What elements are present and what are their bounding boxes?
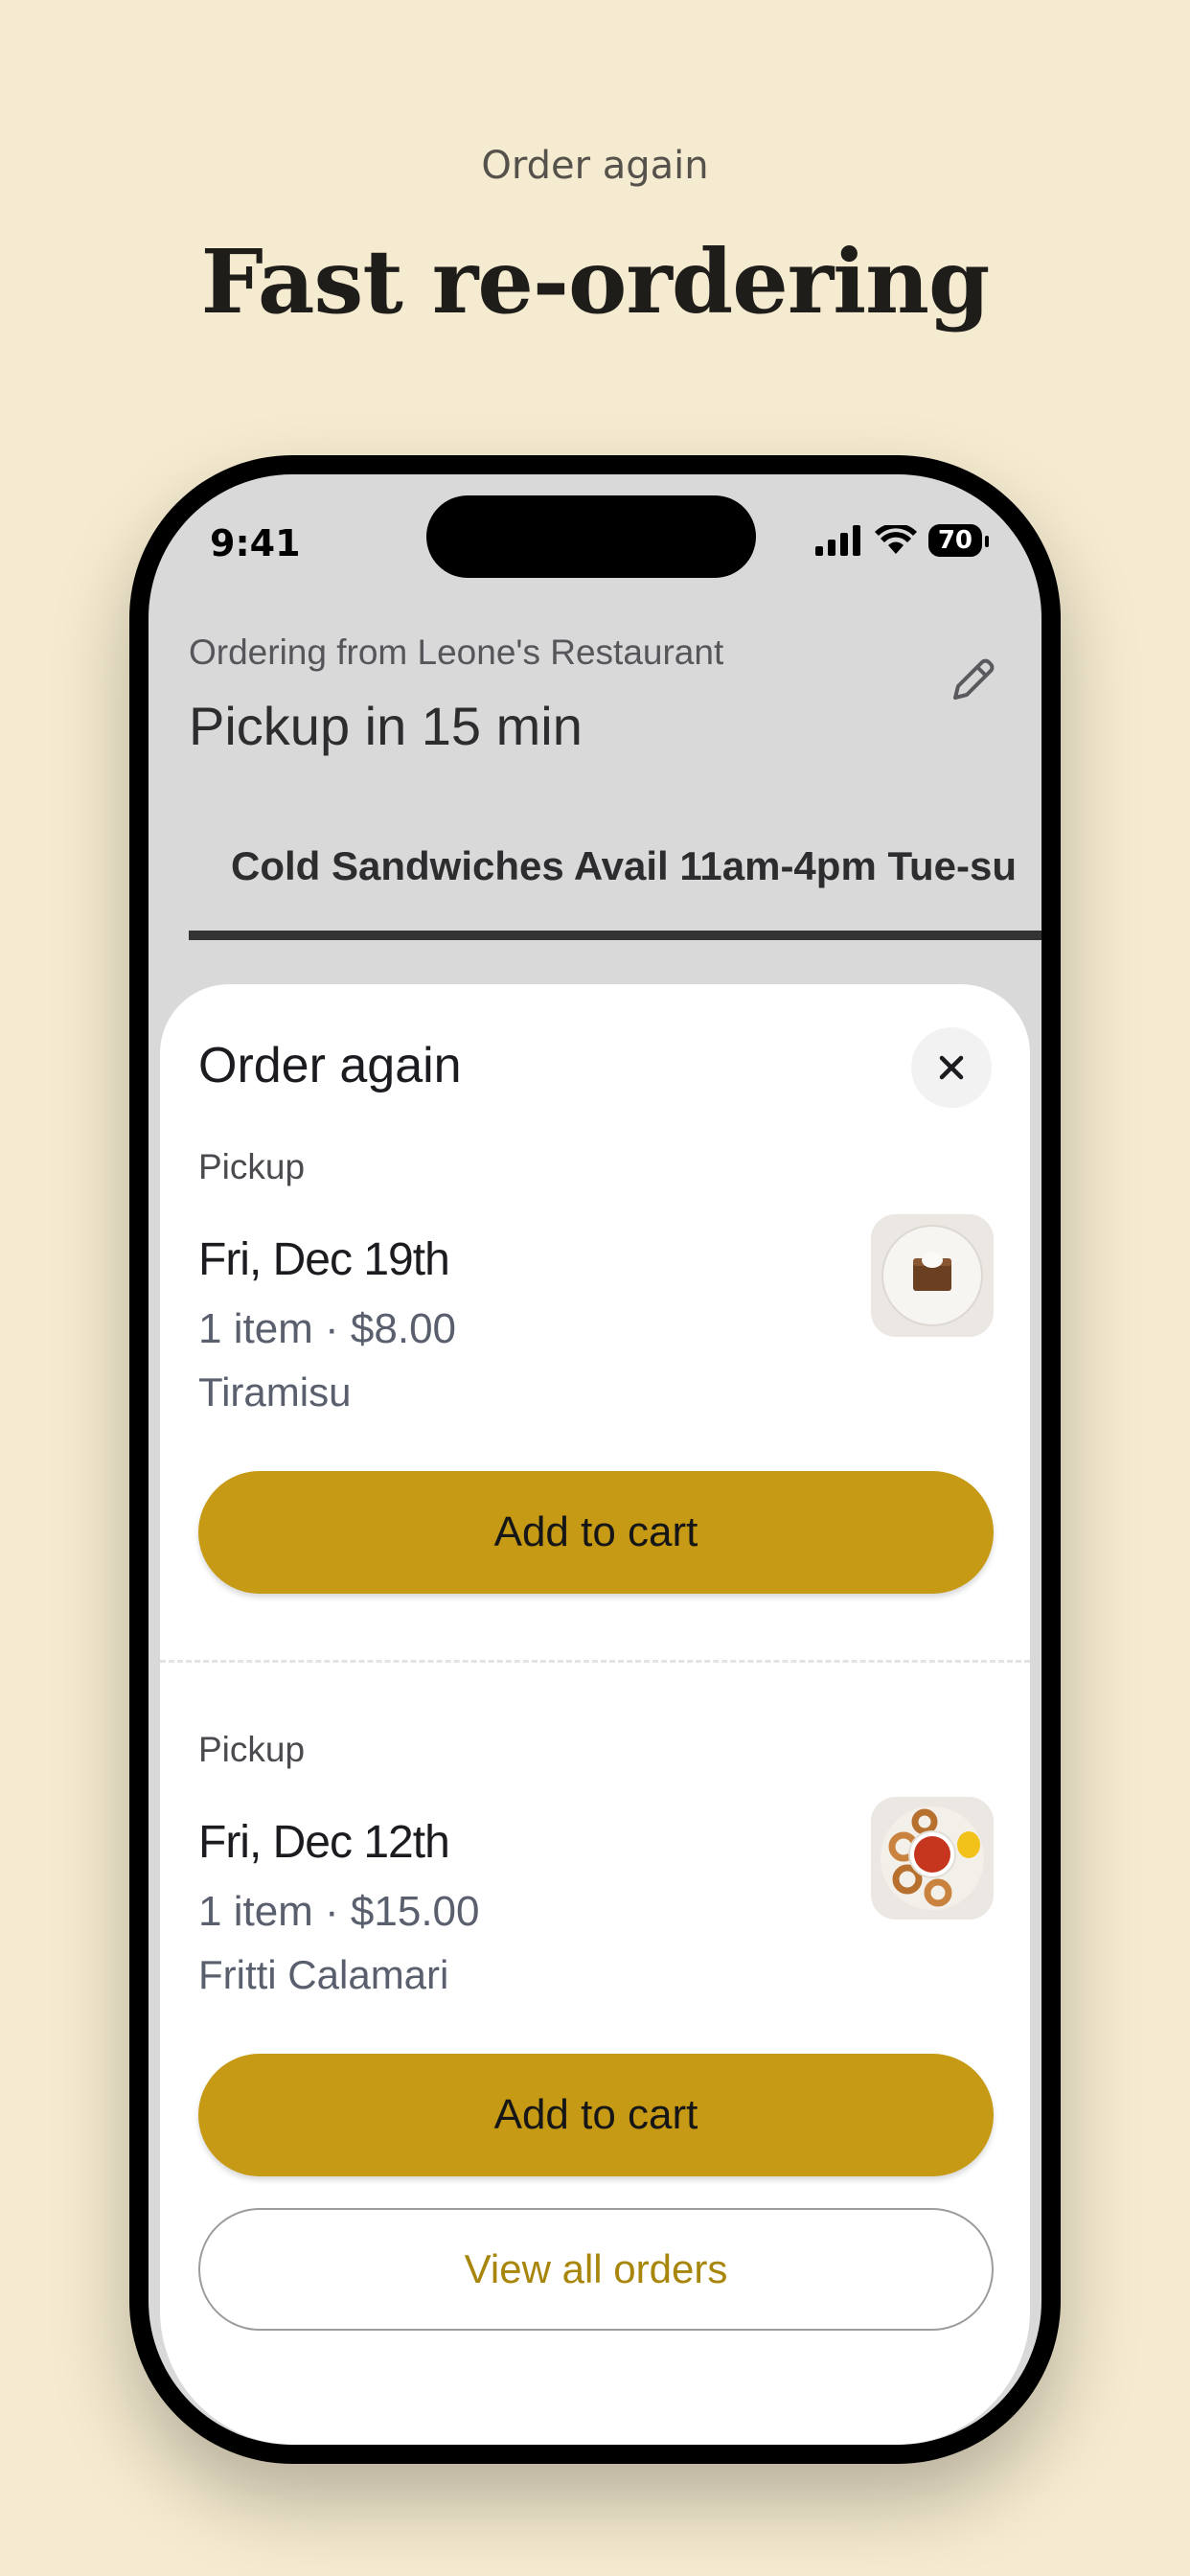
sheet-title: Order again xyxy=(198,1038,462,1093)
pencil-icon[interactable] xyxy=(944,652,1001,709)
tiramisu-thumbnail xyxy=(871,1214,994,1337)
close-button[interactable] xyxy=(911,1027,992,1108)
order-item: Fritti Calamari xyxy=(198,1952,449,1997)
order-type: Pickup xyxy=(198,1730,306,1769)
phone-screen: 9:41 70 Ordering from Leone's Restaurant… xyxy=(149,474,1041,2445)
active-tab-indicator xyxy=(189,931,1041,940)
order-type: Pickup xyxy=(198,1147,306,1186)
close-icon xyxy=(939,1055,964,1080)
status-icons: 70 xyxy=(814,524,990,557)
dynamic-island xyxy=(426,495,756,578)
view-all-orders-button[interactable]: View all orders xyxy=(198,2208,994,2331)
order-date: Fri, Dec 12th xyxy=(198,1817,450,1868)
pickup-time[interactable]: Pickup in 15 min xyxy=(189,695,583,757)
order-date: Fri, Dec 19th xyxy=(198,1234,450,1285)
wifi-icon xyxy=(874,525,917,554)
calamari-thumbnail xyxy=(871,1797,994,1920)
battery-icon: 70 xyxy=(927,524,990,557)
page-headline: Fast re-ordering xyxy=(200,230,991,334)
status-time: 9:41 xyxy=(210,522,301,564)
divider xyxy=(160,1660,1030,1663)
order-summary: 1 item · $8.00 xyxy=(198,1305,457,1352)
tab-cold-sandwiches[interactable]: Cold Sandwiches Avail 11am-4pm Tue-su xyxy=(231,843,1017,889)
ordering-from-label: Ordering from Leone's Restaurant xyxy=(189,632,724,672)
add-to-cart-button[interactable]: Add to cart xyxy=(198,1471,994,1594)
page-kicker: Order again xyxy=(481,144,709,188)
order-card: Pickup Fri, Dec 12th 1 item · $15.00 Fri… xyxy=(198,1730,994,1997)
add-to-cart-button[interactable]: Add to cart xyxy=(198,2054,994,2176)
signal-icon xyxy=(814,525,860,556)
order-again-sheet: Order again Pickup Fri, Dec 19th 1 item … xyxy=(160,984,1030,2445)
order-item: Tiramisu xyxy=(198,1369,352,1414)
order-summary: 1 item · $15.00 xyxy=(198,1888,480,1935)
order-card: Pickup Fri, Dec 19th 1 item · $8.00 Tira… xyxy=(198,1147,994,1414)
battery-level: 70 xyxy=(937,526,973,555)
phone-frame: 9:41 70 Ordering from Leone's Restaurant… xyxy=(129,455,1061,2464)
